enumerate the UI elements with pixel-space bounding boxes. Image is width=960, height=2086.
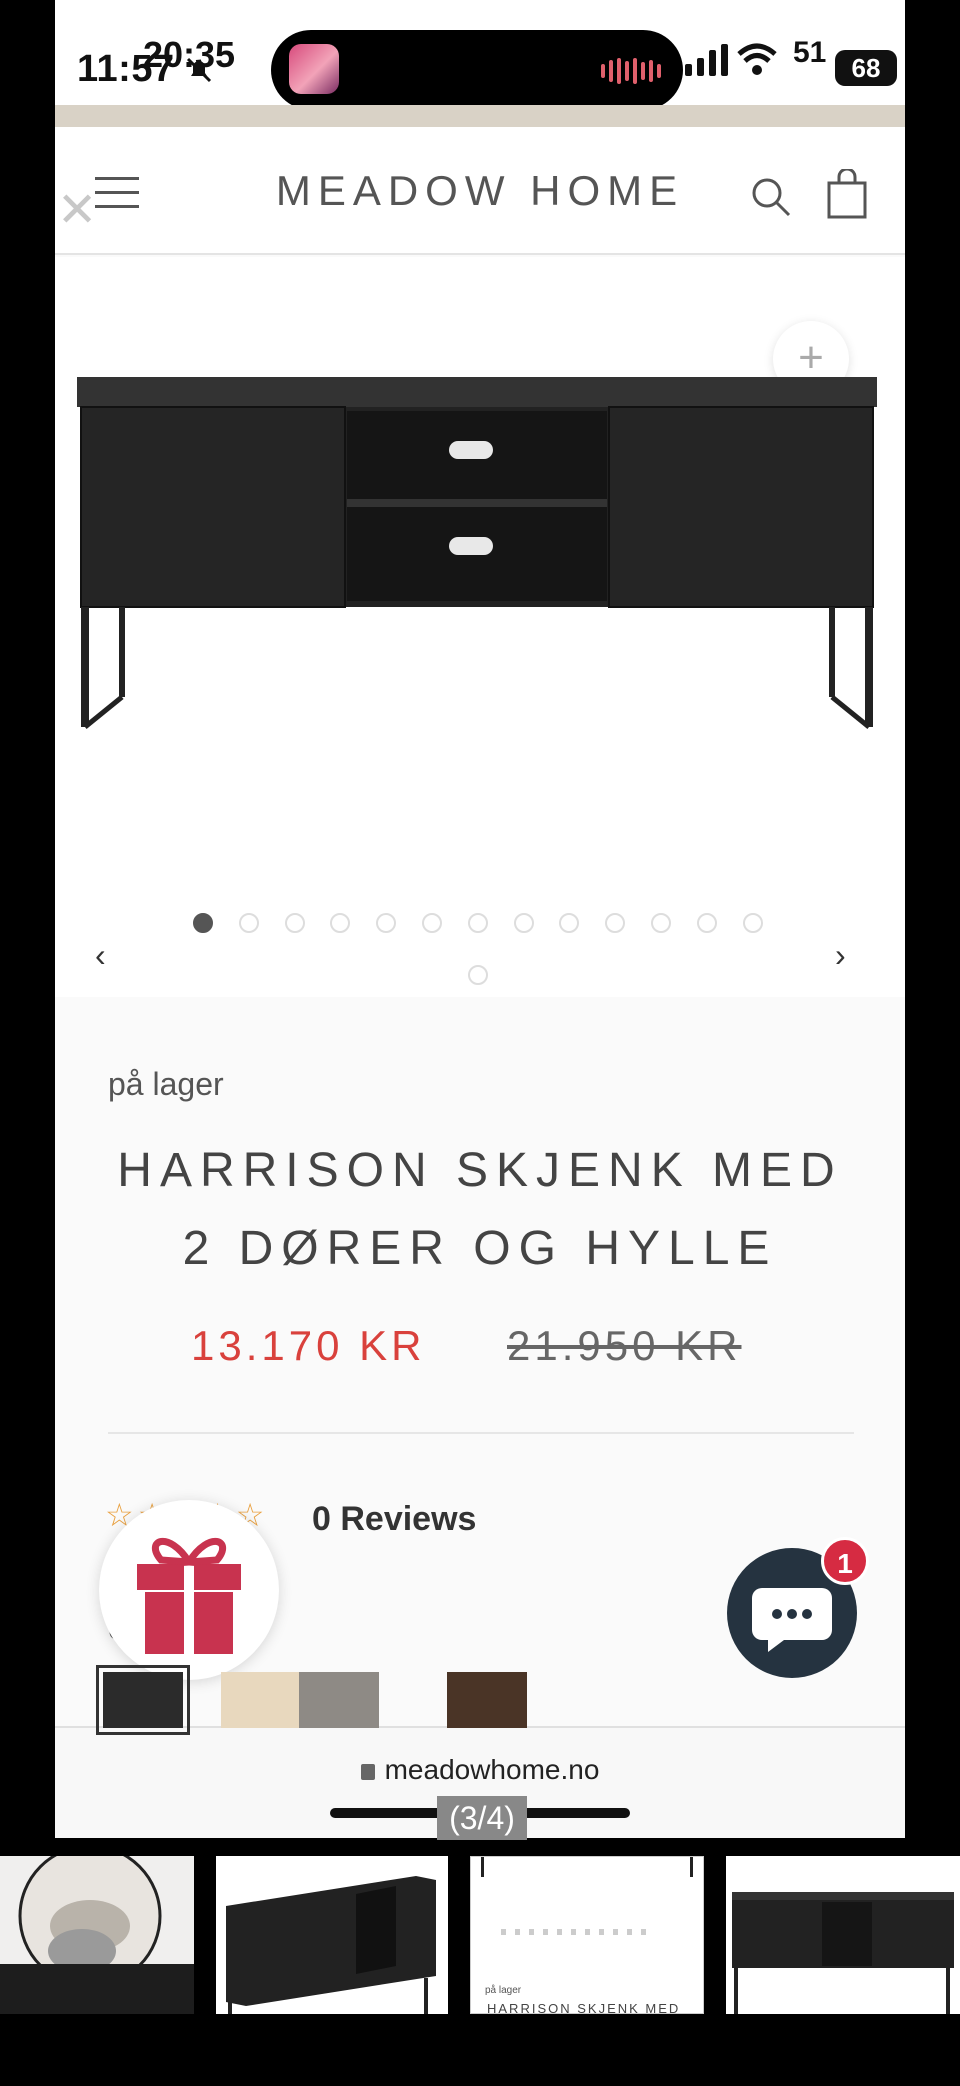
product-title: HARRISON SKJENK MED 2 DØRER OG HYLLE xyxy=(117,1144,843,1275)
gallery-dot[interactable] xyxy=(284,913,305,933)
divider xyxy=(108,1432,854,1434)
dynamic-island xyxy=(271,30,683,110)
gallery-dot[interactable] xyxy=(422,913,442,933)
product-image xyxy=(77,377,877,729)
page-counter: (3/4) xyxy=(437,1796,527,1840)
gallery-dot[interactable] xyxy=(696,913,717,933)
bell-slash-icon xyxy=(186,57,212,83)
gallery-dot[interactable] xyxy=(651,913,671,933)
color-swatch[interactable] xyxy=(96,1665,190,1735)
stock-status: på lager xyxy=(108,1066,224,1102)
audio-wave-icon xyxy=(601,58,661,84)
gallery-dot[interactable] xyxy=(559,913,580,933)
thumbnail-detail xyxy=(481,1857,491,1877)
thumbnail-detail xyxy=(683,1857,693,1877)
url-field[interactable]: meadowhome.no xyxy=(55,1754,905,1786)
color-swatch[interactable] xyxy=(447,1672,527,1728)
gallery-prev-arrow-icon[interactable]: ‹ xyxy=(95,937,106,974)
gallery-next-arrow-icon[interactable]: › xyxy=(835,937,846,974)
battery-level-overlay: 51 xyxy=(793,36,827,69)
status-bar: 11:57 20:35 51 68 xyxy=(55,0,905,110)
phone-screenshot: 11:57 20:35 51 68 ✕ MEADOW HOME + ‹ › på… xyxy=(55,0,905,1838)
sale-price: 13.170 KR xyxy=(191,1322,426,1369)
color-swatch[interactable] xyxy=(221,1672,301,1728)
site-header: ✕ MEADOW HOME xyxy=(55,127,905,255)
gift-button[interactable] xyxy=(99,1500,279,1680)
viewer-root: { "status_bar": { "time": "11:57", "time… xyxy=(0,0,960,2086)
battery-icon: 68 xyxy=(835,50,897,86)
thumbnail-stock: på lager xyxy=(485,1985,522,1996)
url-text: meadowhome.no xyxy=(384,1754,600,1785)
gallery-dot[interactable] xyxy=(193,913,213,933)
thumbnail-strip: på lager HARRISON SKJENK MED xyxy=(0,1856,960,2014)
reviews-link[interactable]: 0 Reviews xyxy=(312,1500,476,1539)
gallery-dot[interactable] xyxy=(467,965,488,985)
original-price: 21.950 KR xyxy=(507,1322,742,1369)
thumbnail-dots xyxy=(501,1929,651,1935)
thumbnail-image xyxy=(732,1892,954,2014)
thumbnail-4[interactable] xyxy=(726,1856,960,2014)
lock-icon xyxy=(360,1763,375,1780)
thumbnail-2[interactable] xyxy=(216,1856,448,2014)
gift-icon xyxy=(137,1538,241,1654)
gallery-dot[interactable] xyxy=(238,913,259,933)
cellular-signal-icon xyxy=(685,44,728,76)
gallery-dot[interactable] xyxy=(513,913,534,933)
product-gallery[interactable]: + ‹ › xyxy=(55,257,905,997)
gallery-dot[interactable] xyxy=(376,913,397,933)
thumbnail-3[interactable]: på lager HARRISON SKJENK MED xyxy=(470,1856,704,2014)
thumbnail-title: HARRISON SKJENK MED xyxy=(487,2001,681,2014)
shopping-bag-icon[interactable] xyxy=(825,169,869,219)
gallery-dot[interactable] xyxy=(742,913,763,933)
app-icon xyxy=(289,44,339,94)
thumbnail-image xyxy=(226,1876,436,2014)
gallery-dot[interactable] xyxy=(330,913,351,933)
thumbnail-1[interactable] xyxy=(0,1856,194,2014)
chat-notification-badge: 1 xyxy=(821,1537,869,1585)
thumbnail-image xyxy=(0,1856,194,2014)
gallery-dot[interactable] xyxy=(605,913,626,933)
gallery-dot[interactable] xyxy=(467,913,488,933)
search-icon[interactable] xyxy=(749,175,793,219)
wifi-icon xyxy=(737,43,777,75)
color-swatch[interactable] xyxy=(299,1672,379,1728)
announcement-strip xyxy=(55,105,905,127)
